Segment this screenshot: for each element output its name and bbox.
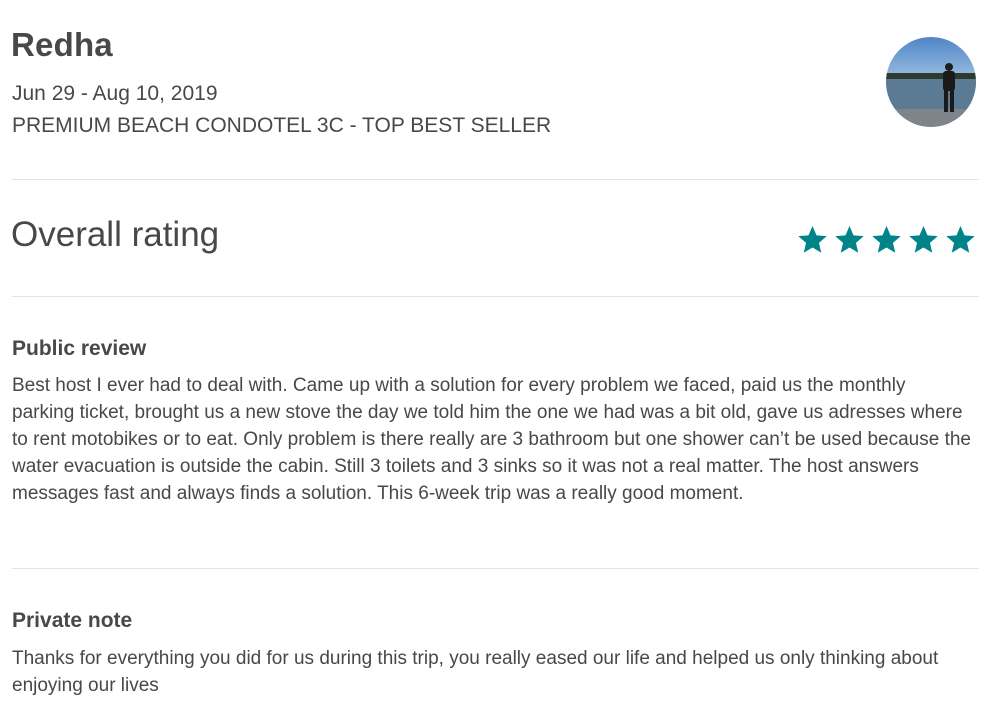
guest-avatar[interactable] [886,37,976,127]
overall-rating-label: Overall rating [11,215,220,254]
star-icon [835,225,864,253]
guest-name: Redha [11,26,113,63]
avatar-photo-icon [886,37,976,127]
star-icon [946,225,975,253]
listing-name: PREMIUM BEACH CONDOTEL 3C - TOP BEST SEL… [12,114,552,137]
star-rating [797,224,976,255]
star-icon [909,225,938,253]
stay-dates: Jun 29 - Aug 10, 2019 [12,82,218,105]
public-review-heading: Public review [12,337,147,360]
star-icon [872,225,901,253]
public-review-text: Best host I ever had to deal with. Came … [12,375,971,504]
star-icon [798,225,827,253]
divider [12,568,979,569]
private-note-text: Thanks for everything you did for us dur… [12,648,939,696]
divider [12,179,979,180]
divider [12,296,979,297]
review-page: Redha Jun 29 - Aug 10, 2019 PREMIUM BEAC… [0,0,1000,710]
private-note-heading: Private note [12,609,133,632]
